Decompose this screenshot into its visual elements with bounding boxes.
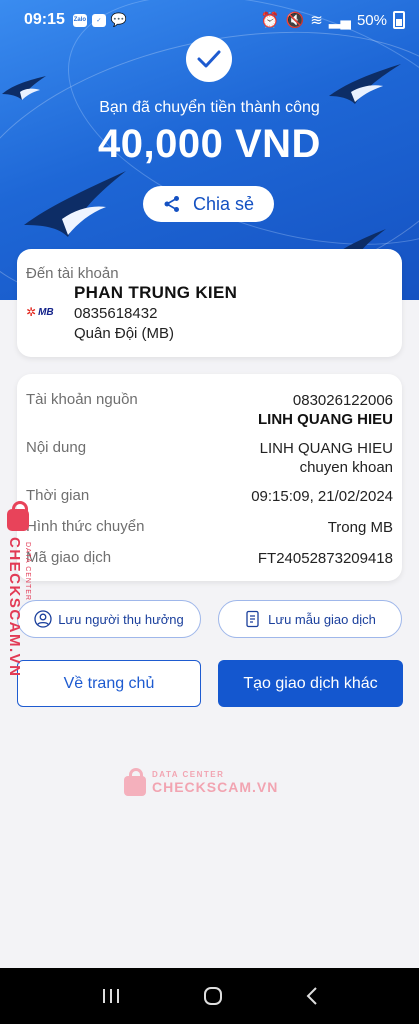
watermark-subtext: DATA CENTER — [24, 542, 31, 601]
system-nav-bar — [0, 968, 419, 1024]
go-home-button[interactable]: Về trang chủ — [17, 660, 201, 707]
share-icon — [164, 196, 179, 212]
battery-percent: 50% — [356, 11, 387, 29]
swallow-illustration — [24, 171, 126, 237]
checkscam-center-watermark: DATA CENTER CHECKSCAM.VN — [124, 768, 278, 796]
battery-icon — [393, 11, 405, 29]
recipient-bank: Quân Đội (MB) — [74, 325, 175, 342]
alarm-icon: ⏰ — [260, 12, 280, 29]
content-line-2: chuyen khoan — [299, 459, 393, 476]
recipient-section-label: Đến tài khoản — [26, 265, 119, 282]
signal-icon: ▂▄ — [328, 12, 351, 29]
recipient-card: Đến tài khoản ✲ MB PHAN TRUNG KIEN 08356… — [17, 249, 402, 357]
zalo-notification-icon: Zalo — [72, 13, 87, 27]
mute-icon: 🔇 — [285, 12, 305, 29]
watermark-subtext: DATA CENTER — [152, 769, 225, 779]
save-recipient-label: Lưu người thụ hưởng — [58, 611, 184, 627]
lock-icon — [7, 501, 29, 531]
star-icon: ✲ — [26, 305, 37, 319]
transaction-details-card: Tài khoản nguồn 083026122006 LINH QUANG … — [17, 374, 402, 581]
wifi-icon: ≋ — [310, 12, 323, 29]
source-account-number: 083026122006 — [292, 392, 393, 409]
detail-label: Hình thức chuyển — [26, 518, 145, 535]
home-icon[interactable] — [202, 985, 224, 1007]
mb-bank-logo: ✲ MB — [26, 305, 54, 319]
transaction-id: FT24052873209418 — [257, 550, 393, 567]
transfer-type: Trong MB — [327, 519, 393, 536]
back-icon[interactable] — [305, 986, 319, 1006]
document-icon — [246, 610, 259, 628]
recipient-account: 0835618432 — [74, 305, 158, 322]
detail-label: Mã giao dịch — [26, 549, 112, 566]
save-template-label: Lưu mẫu giao dịch — [268, 611, 376, 627]
status-time: 09:15 — [24, 11, 65, 28]
chat-notification-icon: 💬 — [110, 12, 128, 27]
lock-icon — [124, 768, 146, 796]
user-icon — [34, 610, 52, 628]
detail-label: Thời gian — [26, 487, 90, 504]
share-button[interactable]: Chia sẻ — [143, 186, 274, 222]
detail-label: Nội dung — [26, 439, 87, 456]
source-account-name: LINH QUANG HIEU — [258, 411, 393, 428]
success-message: Bạn đã chuyển tiền thành công — [99, 99, 320, 116]
share-label: Chia sẻ — [192, 193, 255, 214]
recent-apps-icon[interactable] — [101, 987, 121, 1005]
transfer-amount: 40,000 VND — [98, 122, 321, 166]
check-notification-icon: ✓ — [91, 13, 106, 27]
transaction-time: 09:15:09, 21/02/2024 — [251, 488, 393, 505]
content-line-1: LINH QUANG HIEU — [259, 440, 393, 457]
detail-label: Tài khoản nguồn — [26, 391, 138, 408]
success-check-icon — [186, 36, 232, 82]
recipient-name: PHAN TRUNG KIEN — [74, 283, 238, 302]
status-bar: 09:15 Zalo ✓ 💬 ⏰ 🔇 ≋ ▂▄ 50% — [0, 0, 419, 40]
new-transaction-button[interactable]: Tạo giao dịch khác — [218, 660, 403, 707]
watermark-brand: CHECKSCAM.VN — [152, 778, 279, 795]
save-template-button[interactable]: Lưu mẫu giao dịch — [218, 600, 402, 638]
save-recipient-button[interactable]: Lưu người thụ hưởng — [17, 600, 201, 638]
